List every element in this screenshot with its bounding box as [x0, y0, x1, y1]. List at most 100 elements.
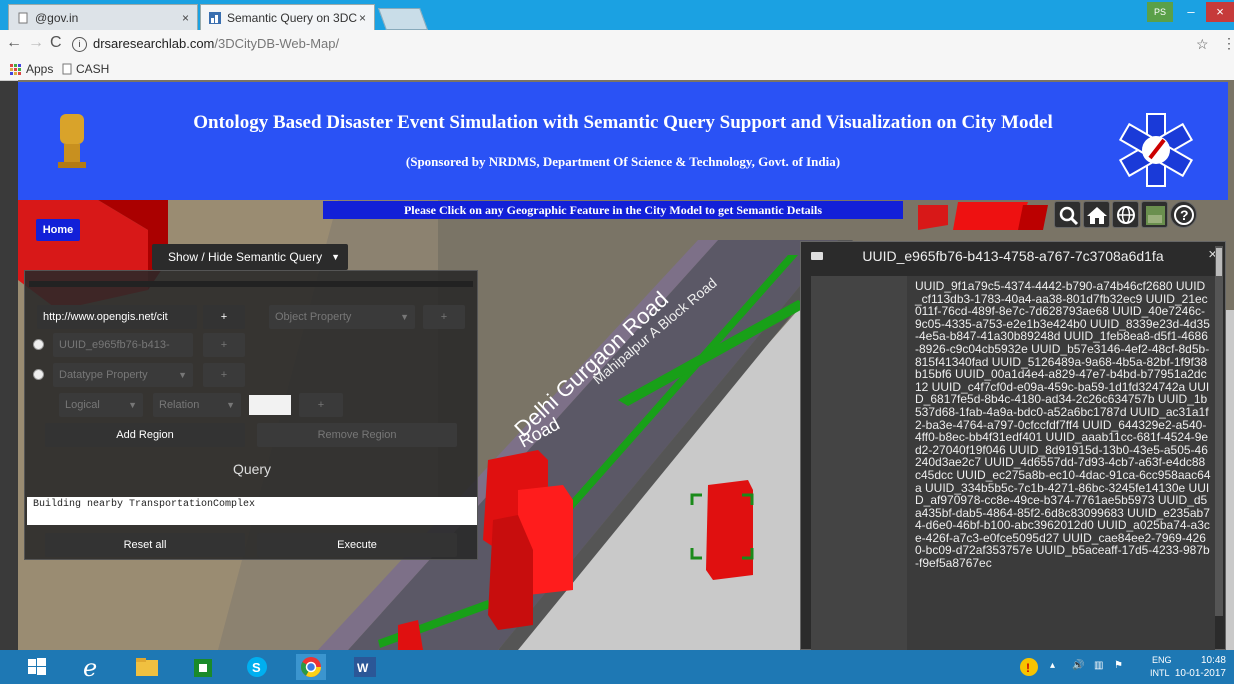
- new-tab-button[interactable]: [377, 8, 429, 30]
- notification-warning-icon[interactable]: !: [1018, 656, 1040, 678]
- infobox-key-column: [811, 276, 907, 652]
- bookmark-apps[interactable]: Apps: [26, 62, 53, 76]
- infobox-body: UUID_9f1a79c5-4374-4442-b790-a74b46cf268…: [811, 276, 1215, 652]
- add-object-property-button[interactable]: +: [423, 305, 465, 329]
- tab-gov-in[interactable]: @gov.in ×: [8, 4, 198, 30]
- caret-down-icon: ▼: [331, 252, 340, 262]
- namespace-select[interactable]: http://www.opengis.net/cit: [37, 305, 197, 329]
- caret-down-icon: ▼: [178, 370, 187, 380]
- header-banner: Ontology Based Disaster Event Simulation…: [18, 82, 1228, 200]
- word-icon[interactable]: W: [350, 654, 380, 680]
- add-uuid-button[interactable]: +: [203, 333, 245, 357]
- logical-select[interactable]: Logical ▼: [59, 393, 143, 417]
- help-icon: ?: [1174, 205, 1194, 225]
- feature-info-box: UUID_e965fb76-b413-4758-a767-7c3708a6d1f…: [800, 241, 1226, 652]
- query-label: Query: [232, 461, 272, 477]
- map-layer-icon: [1146, 206, 1165, 225]
- uuid-select[interactable]: UUID_e965fb76-b413-: [53, 333, 193, 357]
- bookmark-star-icon[interactable]: ☆: [1196, 36, 1209, 53]
- url-field[interactable]: i drsaresearchlab.com/3DCityDB-Web-Map/: [72, 33, 1202, 55]
- skype-icon[interactable]: S: [242, 654, 272, 680]
- tray-chevron-icon[interactable]: ▴: [1050, 660, 1055, 671]
- address-bar: ← → C i drsaresearchlab.com/3DCityDB-Web-…: [0, 30, 1234, 59]
- datatype-radio[interactable]: [33, 369, 44, 380]
- tab-close-icon[interactable]: ×: [359, 5, 366, 31]
- add-namespace-button[interactable]: +: [203, 305, 245, 329]
- search-button[interactable]: [1054, 201, 1081, 228]
- url-host: drsaresearchlab.com: [93, 36, 215, 51]
- infobox-scrollbar[interactable]: [1215, 246, 1223, 616]
- caret-down-icon: ▼: [400, 312, 409, 322]
- apps-grid-icon: [10, 64, 21, 75]
- remove-region-button[interactable]: Remove Region: [257, 423, 457, 447]
- reload-icon[interactable]: C: [50, 34, 62, 52]
- help-button[interactable]: ?: [1170, 201, 1197, 228]
- svg-text:?: ?: [1180, 207, 1189, 223]
- instruction-banner: Please Click on any Geographic Feature i…: [323, 201, 903, 219]
- clock-date[interactable]: 10-01-2017: [1175, 668, 1226, 679]
- uuid-select-value: UUID_e965fb76-b413-: [59, 339, 170, 351]
- base-layer-picker-button[interactable]: [1141, 201, 1168, 228]
- close-window-button[interactable]: ×: [1206, 2, 1234, 22]
- add-datatype-button[interactable]: +: [203, 363, 245, 387]
- query-textarea[interactable]: Building nearby TransportationComplex: [27, 497, 477, 525]
- tab-semantic-query[interactable]: Semantic Query on 3DC ×: [200, 4, 375, 30]
- logical-value: Logical: [65, 399, 100, 411]
- volume-icon[interactable]: 🔊: [1072, 660, 1084, 671]
- svg-text:W: W: [357, 661, 369, 675]
- minimize-button[interactable]: –: [1178, 2, 1204, 22]
- infobox-value: UUID_9f1a79c5-4374-4442-b790-a74b46cf268…: [915, 279, 1211, 571]
- camera-icon[interactable]: [811, 252, 823, 260]
- clock-time[interactable]: 10:48: [1201, 655, 1226, 666]
- info-icon[interactable]: i: [72, 37, 87, 53]
- bookmarks-bar: Apps CASH: [0, 58, 1234, 81]
- url-path: /3DCityDB-Web-Map/: [214, 36, 340, 51]
- add-region-button[interactable]: Add Region: [45, 423, 245, 447]
- svg-text:e: e: [83, 654, 97, 680]
- file-explorer-icon[interactable]: [132, 654, 162, 680]
- browser-menu-icon[interactable]: ⋮: [1222, 35, 1234, 52]
- infobox-title: UUID_e965fb76-b413-4758-a767-7c3708a6d1f…: [801, 242, 1225, 270]
- chrome-icon[interactable]: [296, 654, 326, 680]
- network-icon[interactable]: ▥: [1094, 660, 1103, 671]
- semantic-query-panel: http://www.opengis.net/cit + Object Prop…: [24, 270, 478, 560]
- home-button[interactable]: Home: [36, 219, 80, 241]
- forward-arrow-icon[interactable]: →: [28, 34, 44, 52]
- value-input[interactable]: [249, 395, 291, 415]
- page-title: Ontology Based Disaster Event Simulation…: [193, 112, 1053, 133]
- toggle-semantic-query-button[interactable]: Show / Hide Semantic Query ▼: [152, 244, 348, 270]
- execute-button[interactable]: Execute: [257, 533, 457, 557]
- tab-close-icon[interactable]: ×: [182, 5, 189, 31]
- house-icon: [1087, 207, 1107, 224]
- search-icon: [1059, 206, 1079, 226]
- internet-explorer-icon[interactable]: e: [78, 654, 108, 680]
- flag-icon[interactable]: ⚑: [1114, 660, 1123, 671]
- back-arrow-icon[interactable]: ←: [6, 34, 22, 52]
- caret-down-icon: ▼: [226, 400, 235, 410]
- bookmark-cash[interactable]: CASH: [76, 62, 109, 76]
- object-property-select[interactable]: Object Property ▼: [269, 305, 415, 329]
- svg-text:S: S: [252, 660, 261, 675]
- uuid-radio[interactable]: [33, 339, 44, 350]
- star-of-life-icon: [1118, 113, 1194, 187]
- globe-icon: [1117, 206, 1135, 224]
- windows-start-icon[interactable]: [22, 654, 52, 680]
- datatype-property-select[interactable]: Datatype Property ▼: [53, 363, 193, 387]
- caret-down-icon: ▼: [128, 400, 137, 410]
- system-tray: ! ▴ 🔊 ▥ ⚑ ENG INTL 10:48 10-01-2017: [1010, 650, 1234, 684]
- language-code[interactable]: ENG: [1152, 655, 1172, 665]
- scene-mode-button[interactable]: [1112, 201, 1139, 228]
- relation-select[interactable]: Relation ▼: [153, 393, 241, 417]
- windows-taskbar: e S W ! ▴ 🔊 ▥ ⚑ ENG INTL 10:48 10-01-201…: [0, 650, 1234, 684]
- site-favicon-icon: [209, 12, 221, 24]
- relation-value: Relation: [159, 399, 200, 411]
- add-condition-button[interactable]: +: [299, 393, 343, 417]
- home-view-button[interactable]: [1083, 201, 1110, 228]
- keyboard-layout[interactable]: INTL: [1150, 668, 1170, 678]
- profile-badge[interactable]: PS: [1147, 2, 1173, 22]
- page-subtitle: (Sponsored by NRDMS, Department Of Scien…: [405, 154, 841, 169]
- reset-all-button[interactable]: Reset all: [45, 533, 245, 557]
- store-icon[interactable]: [188, 654, 218, 680]
- infobox-scrollbar-thumb[interactable]: [1216, 248, 1222, 276]
- panel-divider: [29, 281, 473, 287]
